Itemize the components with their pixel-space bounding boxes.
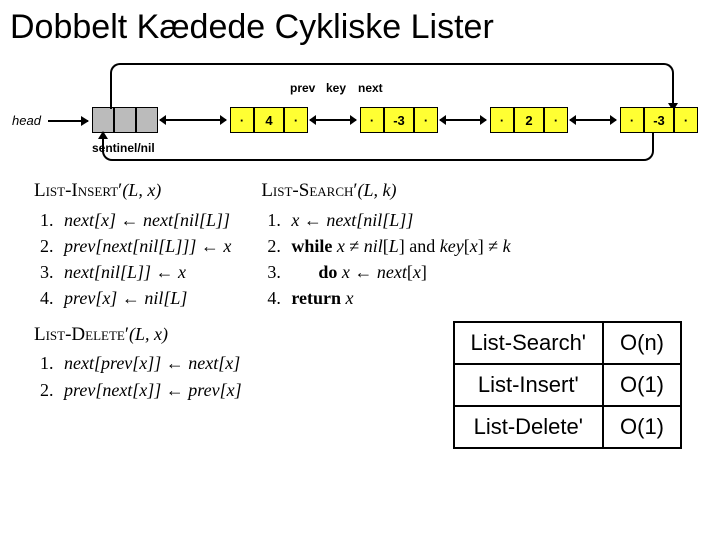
algo-line: next[prev[x]] ← next[x] bbox=[58, 350, 242, 376]
complexity-table: List-Search' O(n) List-Insert' O(1) List… bbox=[453, 321, 682, 449]
node-key: 4 bbox=[254, 107, 284, 133]
algo-insert: List-Insert′(L, x) next[x] ← next[nil[L]… bbox=[34, 177, 231, 311]
algo-name: List-Search′ bbox=[261, 180, 357, 201]
list-node: ·-3· bbox=[360, 107, 438, 133]
link-arrow bbox=[570, 119, 616, 121]
loop-arc-top bbox=[110, 63, 674, 109]
algo-line: while x ≠ nil[L] and key[x] ≠ k bbox=[285, 233, 510, 259]
time-cell: O(1) bbox=[603, 364, 681, 406]
algo-line: prev[x] ← nil[L] bbox=[58, 285, 231, 311]
algo-params: (L, k) bbox=[358, 180, 397, 200]
sentinel-node bbox=[92, 107, 158, 133]
node-key: -3 bbox=[384, 107, 414, 133]
algo-line: next[nil[L]] ← x bbox=[58, 259, 231, 285]
algo-delete: List-Delete′(L, x) next[prev[x]] ← next[… bbox=[34, 321, 242, 403]
op-cell: List-Delete' bbox=[454, 406, 603, 448]
head-arrow bbox=[48, 120, 88, 122]
list-diagram: head sentinel/nil prev key next ·4· ·-3·… bbox=[10, 57, 710, 167]
list-node: ·-3· bbox=[620, 107, 698, 133]
node-key: 2 bbox=[514, 107, 544, 133]
link-arrow bbox=[310, 119, 356, 121]
op-cell: List-Insert' bbox=[454, 364, 603, 406]
algo-line: return x bbox=[285, 285, 510, 311]
link-arrow bbox=[440, 119, 486, 121]
op-cell: List-Search' bbox=[454, 322, 603, 364]
table-row: List-Delete' O(1) bbox=[454, 406, 681, 448]
algo-name: List-Delete′ bbox=[34, 324, 129, 345]
time-cell: O(1) bbox=[603, 406, 681, 448]
algo-name: List-Insert′ bbox=[34, 180, 122, 201]
page-title: Dobbelt Kædede Cykliske Lister bbox=[0, 0, 720, 51]
algo-params: (L, x) bbox=[122, 180, 161, 200]
algo-line: prev[next[nil[L]]] ← x bbox=[58, 233, 231, 259]
loop-arc-bottom bbox=[102, 133, 654, 161]
table-row: List-Insert' O(1) bbox=[454, 364, 681, 406]
list-node: ·4· bbox=[230, 107, 308, 133]
node-key: -3 bbox=[644, 107, 674, 133]
algo-line: do x ← next[x] bbox=[285, 259, 510, 285]
time-cell: O(n) bbox=[603, 322, 681, 364]
algo-line: next[x] ← next[nil[L]] bbox=[58, 207, 231, 233]
head-label: head bbox=[12, 113, 41, 128]
list-node: ·2· bbox=[490, 107, 568, 133]
algo-params: (L, x) bbox=[129, 324, 168, 344]
link-arrow bbox=[160, 119, 226, 121]
table-row: List-Search' O(n) bbox=[454, 322, 681, 364]
algo-search: List-Search′(L, k) x ← next[nil[L]] whil… bbox=[261, 177, 510, 311]
algo-line: prev[next[x]] ← prev[x] bbox=[58, 377, 242, 403]
algo-line: x ← next[nil[L]] bbox=[285, 207, 510, 233]
